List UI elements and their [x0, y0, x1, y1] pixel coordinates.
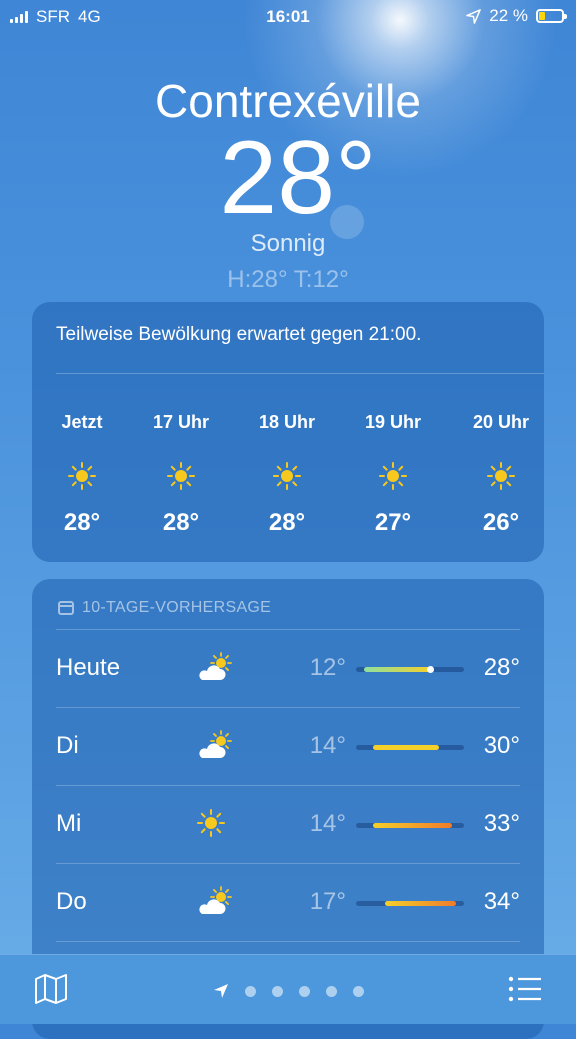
hour-temp: 28° — [162, 509, 200, 536]
day-row[interactable]: Do 17° 34° — [56, 863, 520, 942]
temp-range-bar — [356, 901, 464, 906]
sun-icon — [486, 461, 516, 491]
day-high: 28° — [483, 654, 520, 681]
day-low: 14° — [309, 732, 346, 759]
hourly-item: 17 Uhr 28° — [136, 412, 226, 537]
page-dot[interactable] — [298, 985, 310, 997]
hour-label: 18 Uhr — [258, 412, 316, 432]
daily-header: 10-TAGE-VORHERSAGE — [58, 599, 271, 617]
hour-temp: 28° — [63, 509, 101, 536]
sun-icon — [378, 461, 408, 491]
list-icon[interactable] — [508, 975, 542, 1003]
status-bar: SFR 4G 16:01 22 % — [0, 0, 576, 34]
partly-cloudy-icon — [196, 652, 236, 684]
hour-temp: 26° — [482, 509, 520, 536]
sun-icon — [272, 461, 302, 491]
hour-label: 17 Uhr — [152, 412, 210, 432]
page-dot[interactable] — [271, 985, 283, 997]
current-temperature: 28° — [219, 120, 377, 236]
day-label: Di — [56, 732, 79, 759]
temp-range-bar — [356, 823, 464, 828]
divider — [56, 373, 544, 374]
day-label: Mi — [56, 810, 82, 837]
temp-range-bar — [356, 745, 464, 750]
day-high: 33° — [483, 810, 520, 837]
hourly-forecast-card[interactable]: Teilweise Bewölkung erwartet gegen 21:00… — [32, 302, 544, 562]
day-low: 14° — [309, 810, 346, 837]
day-high: 34° — [483, 888, 520, 915]
page-indicator[interactable] — [0, 983, 576, 999]
current-location-icon — [213, 984, 228, 998]
day-high: 30° — [483, 732, 520, 759]
condition-label: Sonnig — [250, 230, 326, 257]
forecast-summary: Teilweise Bewölkung erwartet gegen 21:00… — [56, 324, 422, 345]
day-label: Heute — [56, 654, 121, 681]
page-dot[interactable] — [325, 985, 337, 997]
partly-cloudy-icon — [196, 730, 236, 762]
sun-icon — [196, 808, 236, 840]
page-dot[interactable] — [244, 985, 256, 997]
hourly-item: 19 Uhr 27° — [348, 412, 438, 537]
hour-temp: 28° — [268, 509, 306, 536]
sun-icon — [166, 461, 196, 491]
calendar-icon — [58, 601, 74, 615]
day-row[interactable]: Mi 14° 33° — [56, 785, 520, 864]
hourly-item: 20 Uhr 26° — [456, 412, 546, 537]
current-temp-marker — [426, 666, 434, 673]
location-arrow-icon — [466, 8, 482, 24]
hour-temp: 27° — [374, 509, 412, 536]
hour-label: 20 Uhr — [472, 412, 530, 432]
bottom-toolbar — [0, 954, 576, 1024]
day-label: Do — [56, 888, 87, 915]
temp-range-bar — [356, 666, 464, 673]
daily-header-label: 10-TAGE-VORHERSAGE — [82, 599, 272, 616]
day-low: 12° — [309, 654, 346, 681]
hourly-item: 18 Uhr 28° — [242, 412, 332, 537]
day-low: 17° — [309, 888, 346, 915]
page-dot[interactable] — [352, 985, 364, 997]
partly-cloudy-icon — [196, 886, 236, 918]
hourly-item: Jetzt 28° — [37, 412, 127, 537]
hour-label: Jetzt — [61, 412, 103, 432]
high-low-label: H:28° T:12° — [227, 266, 349, 293]
day-row[interactable]: Di 14° 30° — [56, 707, 520, 786]
day-row[interactable]: Heute 12° 28° — [56, 629, 520, 708]
battery-icon — [536, 9, 567, 23]
hour-label: 19 Uhr — [364, 412, 422, 432]
battery-percent: 22 % — [489, 6, 528, 25]
sun-icon — [67, 461, 97, 491]
